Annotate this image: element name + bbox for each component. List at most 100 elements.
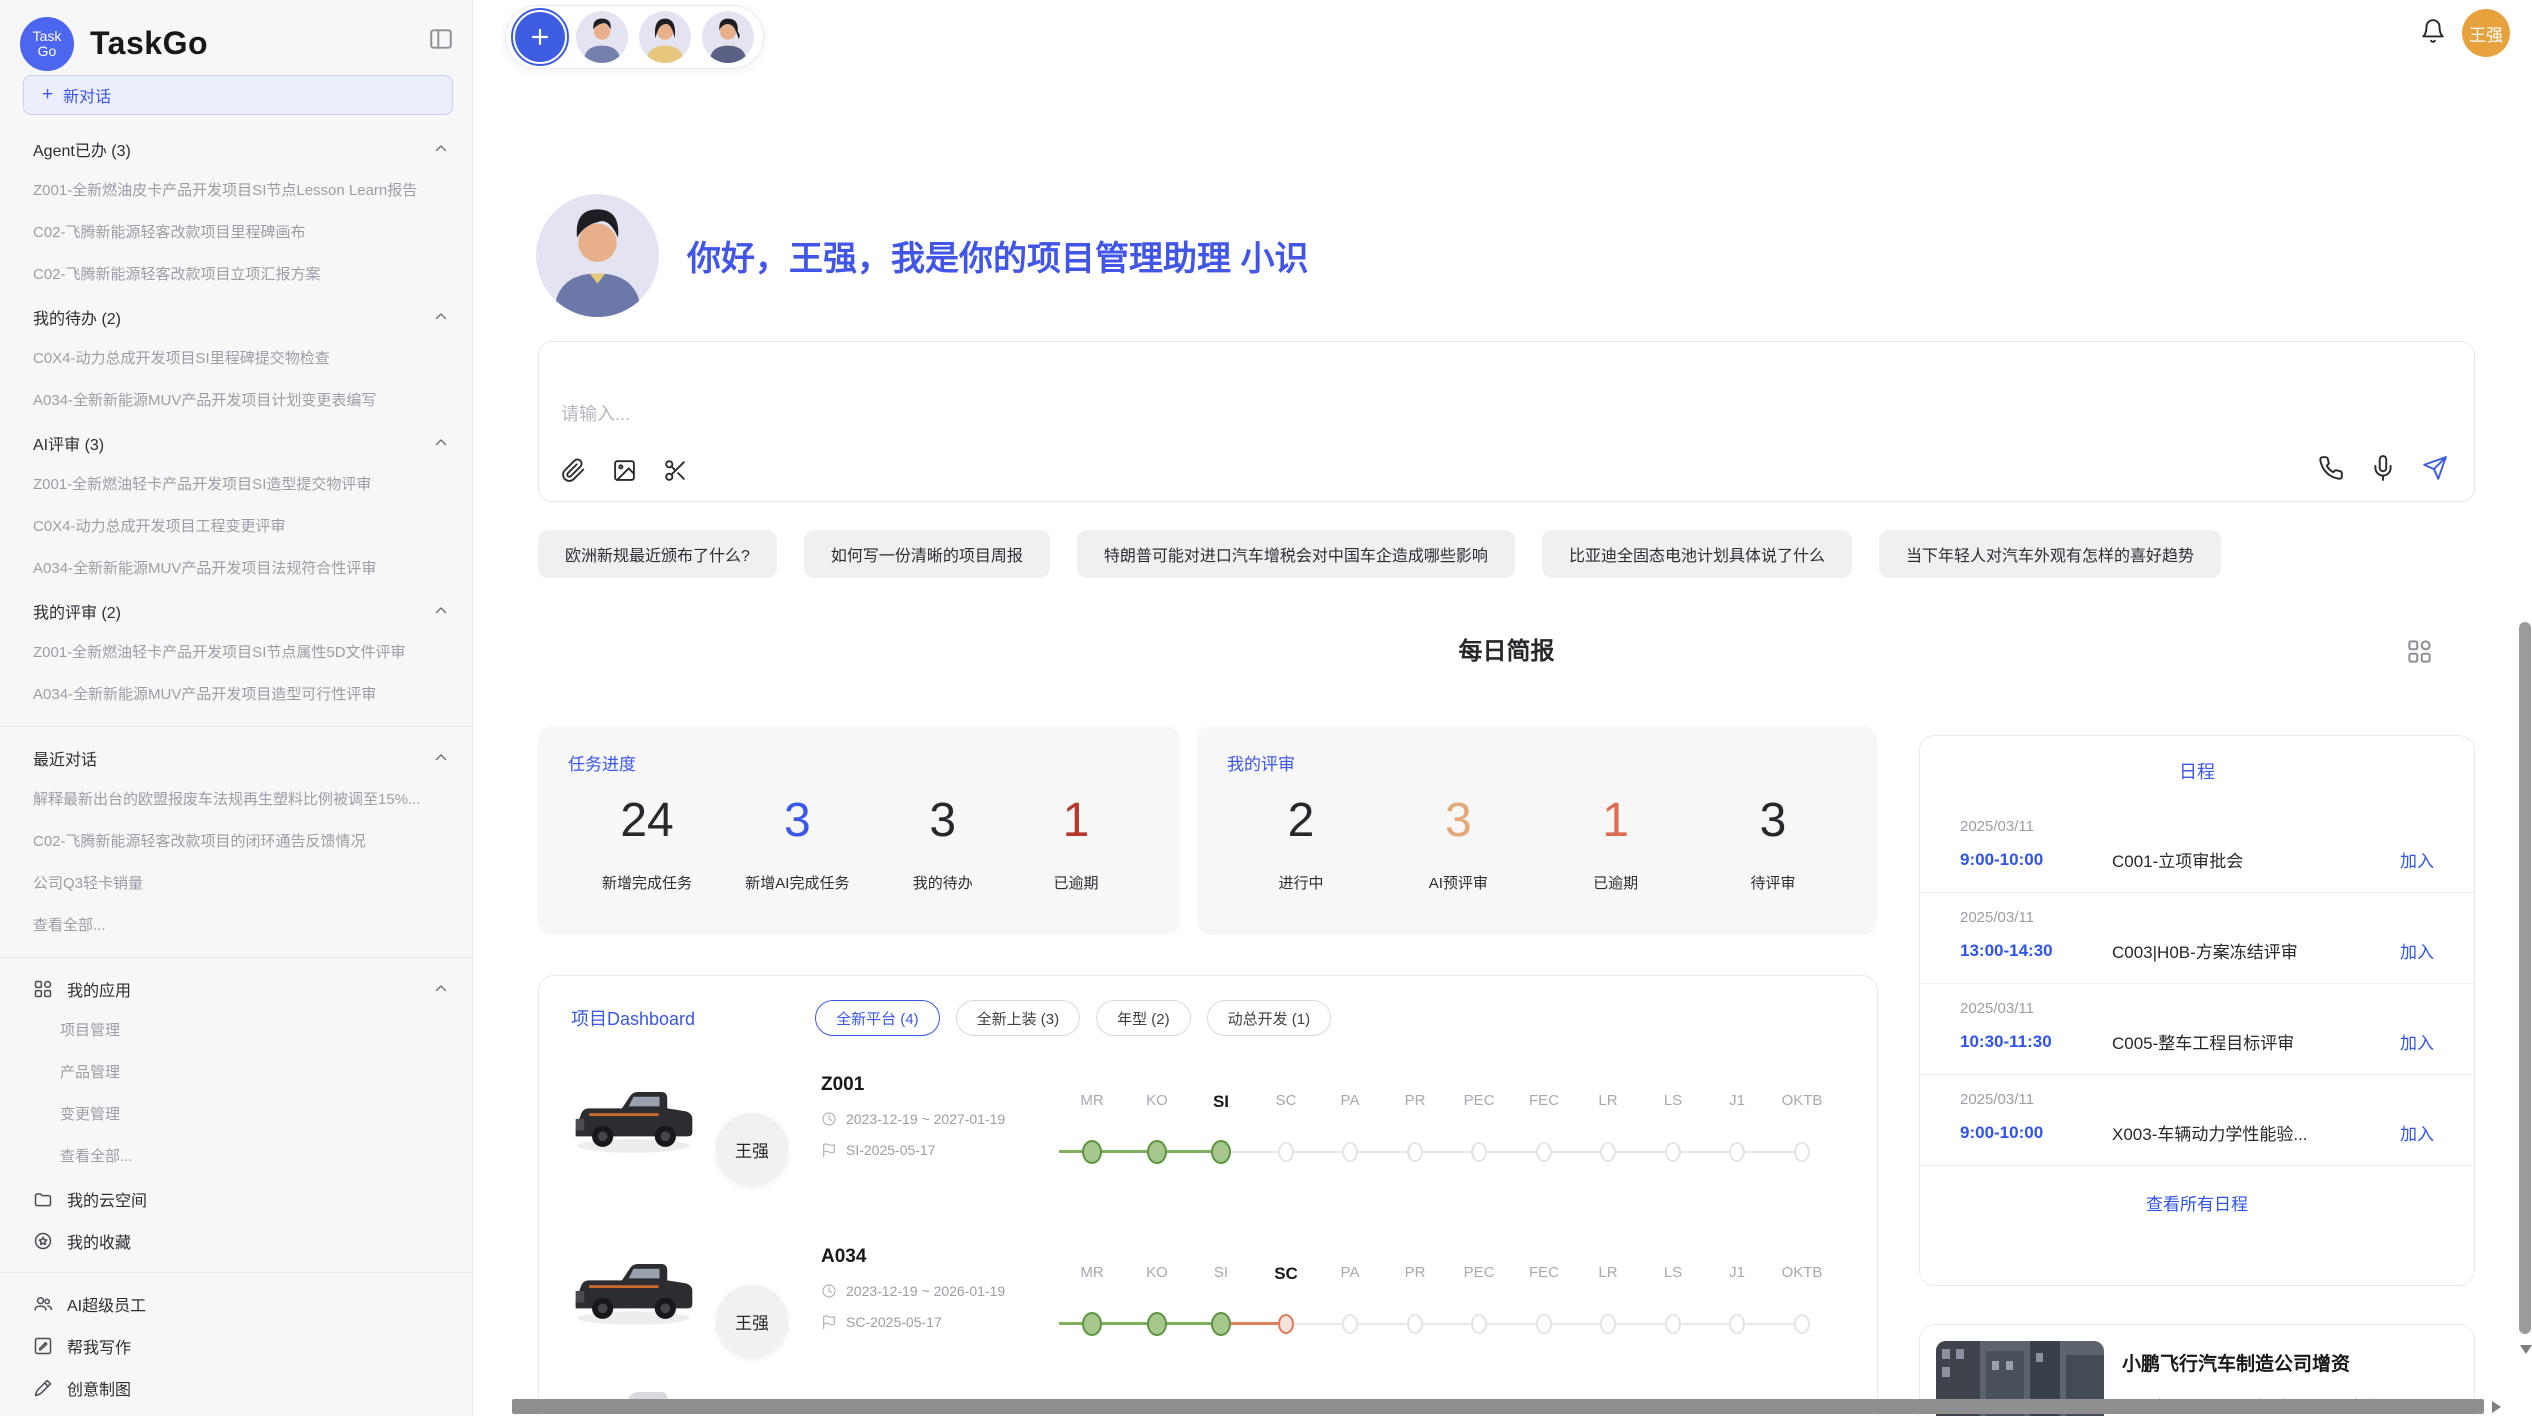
- section-recent-chats[interactable]: 最近对话: [0, 737, 473, 779]
- task-item[interactable]: Z001-全新燃油皮卡产品开发项目SI节点Lesson Learn报告: [0, 170, 473, 212]
- chevron-up-icon[interactable]: [432, 140, 450, 158]
- suggestion-chip[interactable]: 比亚迪全固态电池计划具体说了什么: [1542, 530, 1852, 578]
- app-logo: Task Go: [20, 17, 74, 71]
- milestone-dot[interactable]: [1147, 1140, 1167, 1164]
- horizontal-scrollbar[interactable]: [512, 1399, 2484, 1414]
- scissors-icon[interactable]: [663, 458, 688, 483]
- recent-chat-item[interactable]: C02-飞腾新能源轻客改款项目的闭环通告反馈情况: [0, 821, 473, 863]
- milestone-dot[interactable]: [1211, 1140, 1231, 1164]
- milestone-dot[interactable]: [1278, 1314, 1294, 1334]
- milestone-dot[interactable]: [1407, 1142, 1423, 1162]
- task-item[interactable]: C02-飞腾新能源轻客改款项目立项汇报方案: [0, 254, 473, 296]
- join-meeting-link[interactable]: 加入: [2400, 938, 2434, 963]
- milestone-dot[interactable]: [1665, 1142, 1681, 1162]
- agent-avatar[interactable]: [639, 11, 691, 63]
- milestone-dot[interactable]: [1278, 1142, 1294, 1162]
- join-meeting-link[interactable]: 加入: [2400, 1029, 2434, 1054]
- suggestion-chip[interactable]: 如何写一份清晰的项目周报: [804, 530, 1050, 578]
- project-row[interactable]: 王强 A034 2023-12-19 ~ 2026-01-19 SC-2025-…: [539, 1230, 1877, 1390]
- voice-call-icon[interactable]: [2318, 455, 2344, 481]
- section-my-todo[interactable]: 我的待办 (2): [0, 296, 473, 338]
- new-chat-button[interactable]: + 新对话: [23, 75, 453, 115]
- milestone-dot[interactable]: [1665, 1314, 1681, 1334]
- sidebar-item-creative-draw[interactable]: 创意制图: [0, 1367, 473, 1409]
- milestone-dot[interactable]: [1471, 1142, 1487, 1162]
- chat-input-box[interactable]: 请输入...: [538, 341, 2475, 502]
- vertical-scrollbar[interactable]: [2519, 622, 2531, 1334]
- chevron-up-icon[interactable]: [432, 980, 450, 998]
- milestone-dot[interactable]: [1082, 1140, 1102, 1164]
- task-item[interactable]: Z001-全新燃油轻卡产品开发项目SI造型提交物评审: [0, 464, 473, 506]
- recent-chat-item[interactable]: 解释最新出台的欧盟报废车法规再生塑料比例被调至15%...: [0, 779, 473, 821]
- milestone-dot[interactable]: [1600, 1142, 1616, 1162]
- sidebar-item-cloud-space[interactable]: 我的云空间: [0, 1178, 473, 1220]
- schedule-item[interactable]: 2025/03/11 13:00-14:30 C003|H0B-方案冻结评审 加…: [1920, 893, 2474, 984]
- suggestion-chip[interactable]: 当下年轻人对汽车外观有怎样的喜好趋势: [1879, 530, 2221, 578]
- view-all-apps[interactable]: 查看全部...: [0, 1136, 473, 1178]
- tab-year-model[interactable]: 年型 (2): [1096, 1000, 1191, 1036]
- sidebar-item-help-write[interactable]: 帮我写作: [0, 1325, 473, 1367]
- schedule-item[interactable]: 2025/03/11 10:30-11:30 C005-整车工程目标评审 加入: [1920, 984, 2474, 1075]
- recent-chat-item[interactable]: 公司Q3轻卡销量: [0, 863, 473, 905]
- milestone-dot[interactable]: [1342, 1314, 1358, 1334]
- chevron-up-icon[interactable]: [432, 434, 450, 452]
- task-item[interactable]: Z001-全新燃油轻卡产品开发项目SI节点属性5D文件评审: [0, 632, 473, 674]
- suggestion-chip[interactable]: 欧洲新规最近颁布了什么?: [538, 530, 777, 578]
- project-row[interactable]: 王强 Z001 2023-12-19 ~ 2027-01-19 SI-2025-…: [539, 1058, 1877, 1218]
- task-item[interactable]: A034-全新新能源MUV产品开发项目造型可行性评审: [0, 674, 473, 716]
- section-ai-review[interactable]: AI评审 (3): [0, 422, 473, 464]
- section-agent-done[interactable]: Agent已办 (3): [0, 128, 473, 170]
- send-icon[interactable]: [2422, 455, 2448, 481]
- tab-all-new-platform[interactable]: 全新平台 (4): [815, 1000, 940, 1036]
- image-upload-icon[interactable]: [612, 458, 637, 483]
- milestone-dot[interactable]: [1729, 1142, 1745, 1162]
- task-item[interactable]: C02-飞腾新能源轻客改款项目里程碑画布: [0, 212, 473, 254]
- section-my-review[interactable]: 我的评审 (2): [0, 590, 473, 632]
- milestone-dot[interactable]: [1147, 1312, 1167, 1336]
- milestone-dot[interactable]: [1729, 1314, 1745, 1334]
- schedule-item[interactable]: 2025/03/11 9:00-10:00 X003-车辆动力学性能验... 加…: [1920, 1075, 2474, 1166]
- sidebar-item-ai-super-staff[interactable]: AI超级员工: [0, 1283, 473, 1325]
- app-item-change-mgmt[interactable]: 变更管理: [0, 1094, 473, 1136]
- milestone-dot[interactable]: [1536, 1142, 1552, 1162]
- milestone-dot[interactable]: [1211, 1312, 1231, 1336]
- task-item[interactable]: A034-全新新能源MUV产品开发项目法规符合性评审: [0, 548, 473, 590]
- sidebar-collapse-icon[interactable]: [428, 26, 454, 52]
- suggestion-chip[interactable]: 特朗普可能对进口汽车增税会对中国车企造成哪些影响: [1077, 530, 1515, 578]
- milestone-dot[interactable]: [1342, 1142, 1358, 1162]
- microphone-icon[interactable]: [2370, 455, 2396, 481]
- chevron-up-icon[interactable]: [432, 602, 450, 620]
- section-my-apps[interactable]: 我的应用: [0, 968, 473, 1010]
- agent-avatar[interactable]: [702, 11, 754, 63]
- task-item[interactable]: C0X4-动力总成开发项目工程变更评审: [0, 506, 473, 548]
- agent-avatar[interactable]: [576, 11, 628, 63]
- milestone-dot[interactable]: [1536, 1314, 1552, 1334]
- join-meeting-link[interactable]: 加入: [2400, 1120, 2434, 1145]
- tab-new-body[interactable]: 全新上装 (3): [956, 1000, 1081, 1036]
- layout-grid-icon[interactable]: [2406, 638, 2433, 665]
- sidebar-item-favorites[interactable]: 我的收藏: [0, 1220, 473, 1262]
- chevron-up-icon[interactable]: [432, 749, 450, 767]
- milestone-dot[interactable]: [1407, 1314, 1423, 1334]
- schedule-item[interactable]: 2025/03/11 9:00-10:00 C001-立项审批会 加入: [1920, 802, 2474, 893]
- scroll-down-arrow[interactable]: [2520, 1345, 2532, 1354]
- task-item[interactable]: A034-全新新能源MUV产品开发项目计划变更表编写: [0, 380, 473, 422]
- tab-powertrain-dev[interactable]: 动总开发 (1): [1207, 1000, 1332, 1036]
- milestone-dot[interactable]: [1794, 1314, 1810, 1334]
- view-all-schedule-link[interactable]: 查看所有日程: [1920, 1166, 2474, 1239]
- app-item-product-mgmt[interactable]: 产品管理: [0, 1052, 473, 1094]
- add-agent-button[interactable]: [515, 12, 565, 62]
- app-item-project-mgmt[interactable]: 项目管理: [0, 1010, 473, 1052]
- view-all-chats[interactable]: 查看全部...: [0, 905, 473, 947]
- milestone-dot[interactable]: [1600, 1314, 1616, 1334]
- attachment-icon[interactable]: [561, 458, 586, 483]
- user-avatar[interactable]: 王强: [2462, 9, 2510, 57]
- milestone-dot[interactable]: [1471, 1314, 1487, 1334]
- milestone-dot[interactable]: [1794, 1142, 1810, 1162]
- milestone-dot[interactable]: [1082, 1312, 1102, 1336]
- notifications-bell-icon[interactable]: [2420, 18, 2446, 44]
- join-meeting-link[interactable]: 加入: [2400, 847, 2434, 872]
- chevron-up-icon[interactable]: [432, 308, 450, 326]
- scroll-right-arrow[interactable]: [2492, 1401, 2501, 1413]
- task-item[interactable]: C0X4-动力总成开发项目SI里程碑提交物检查: [0, 338, 473, 380]
